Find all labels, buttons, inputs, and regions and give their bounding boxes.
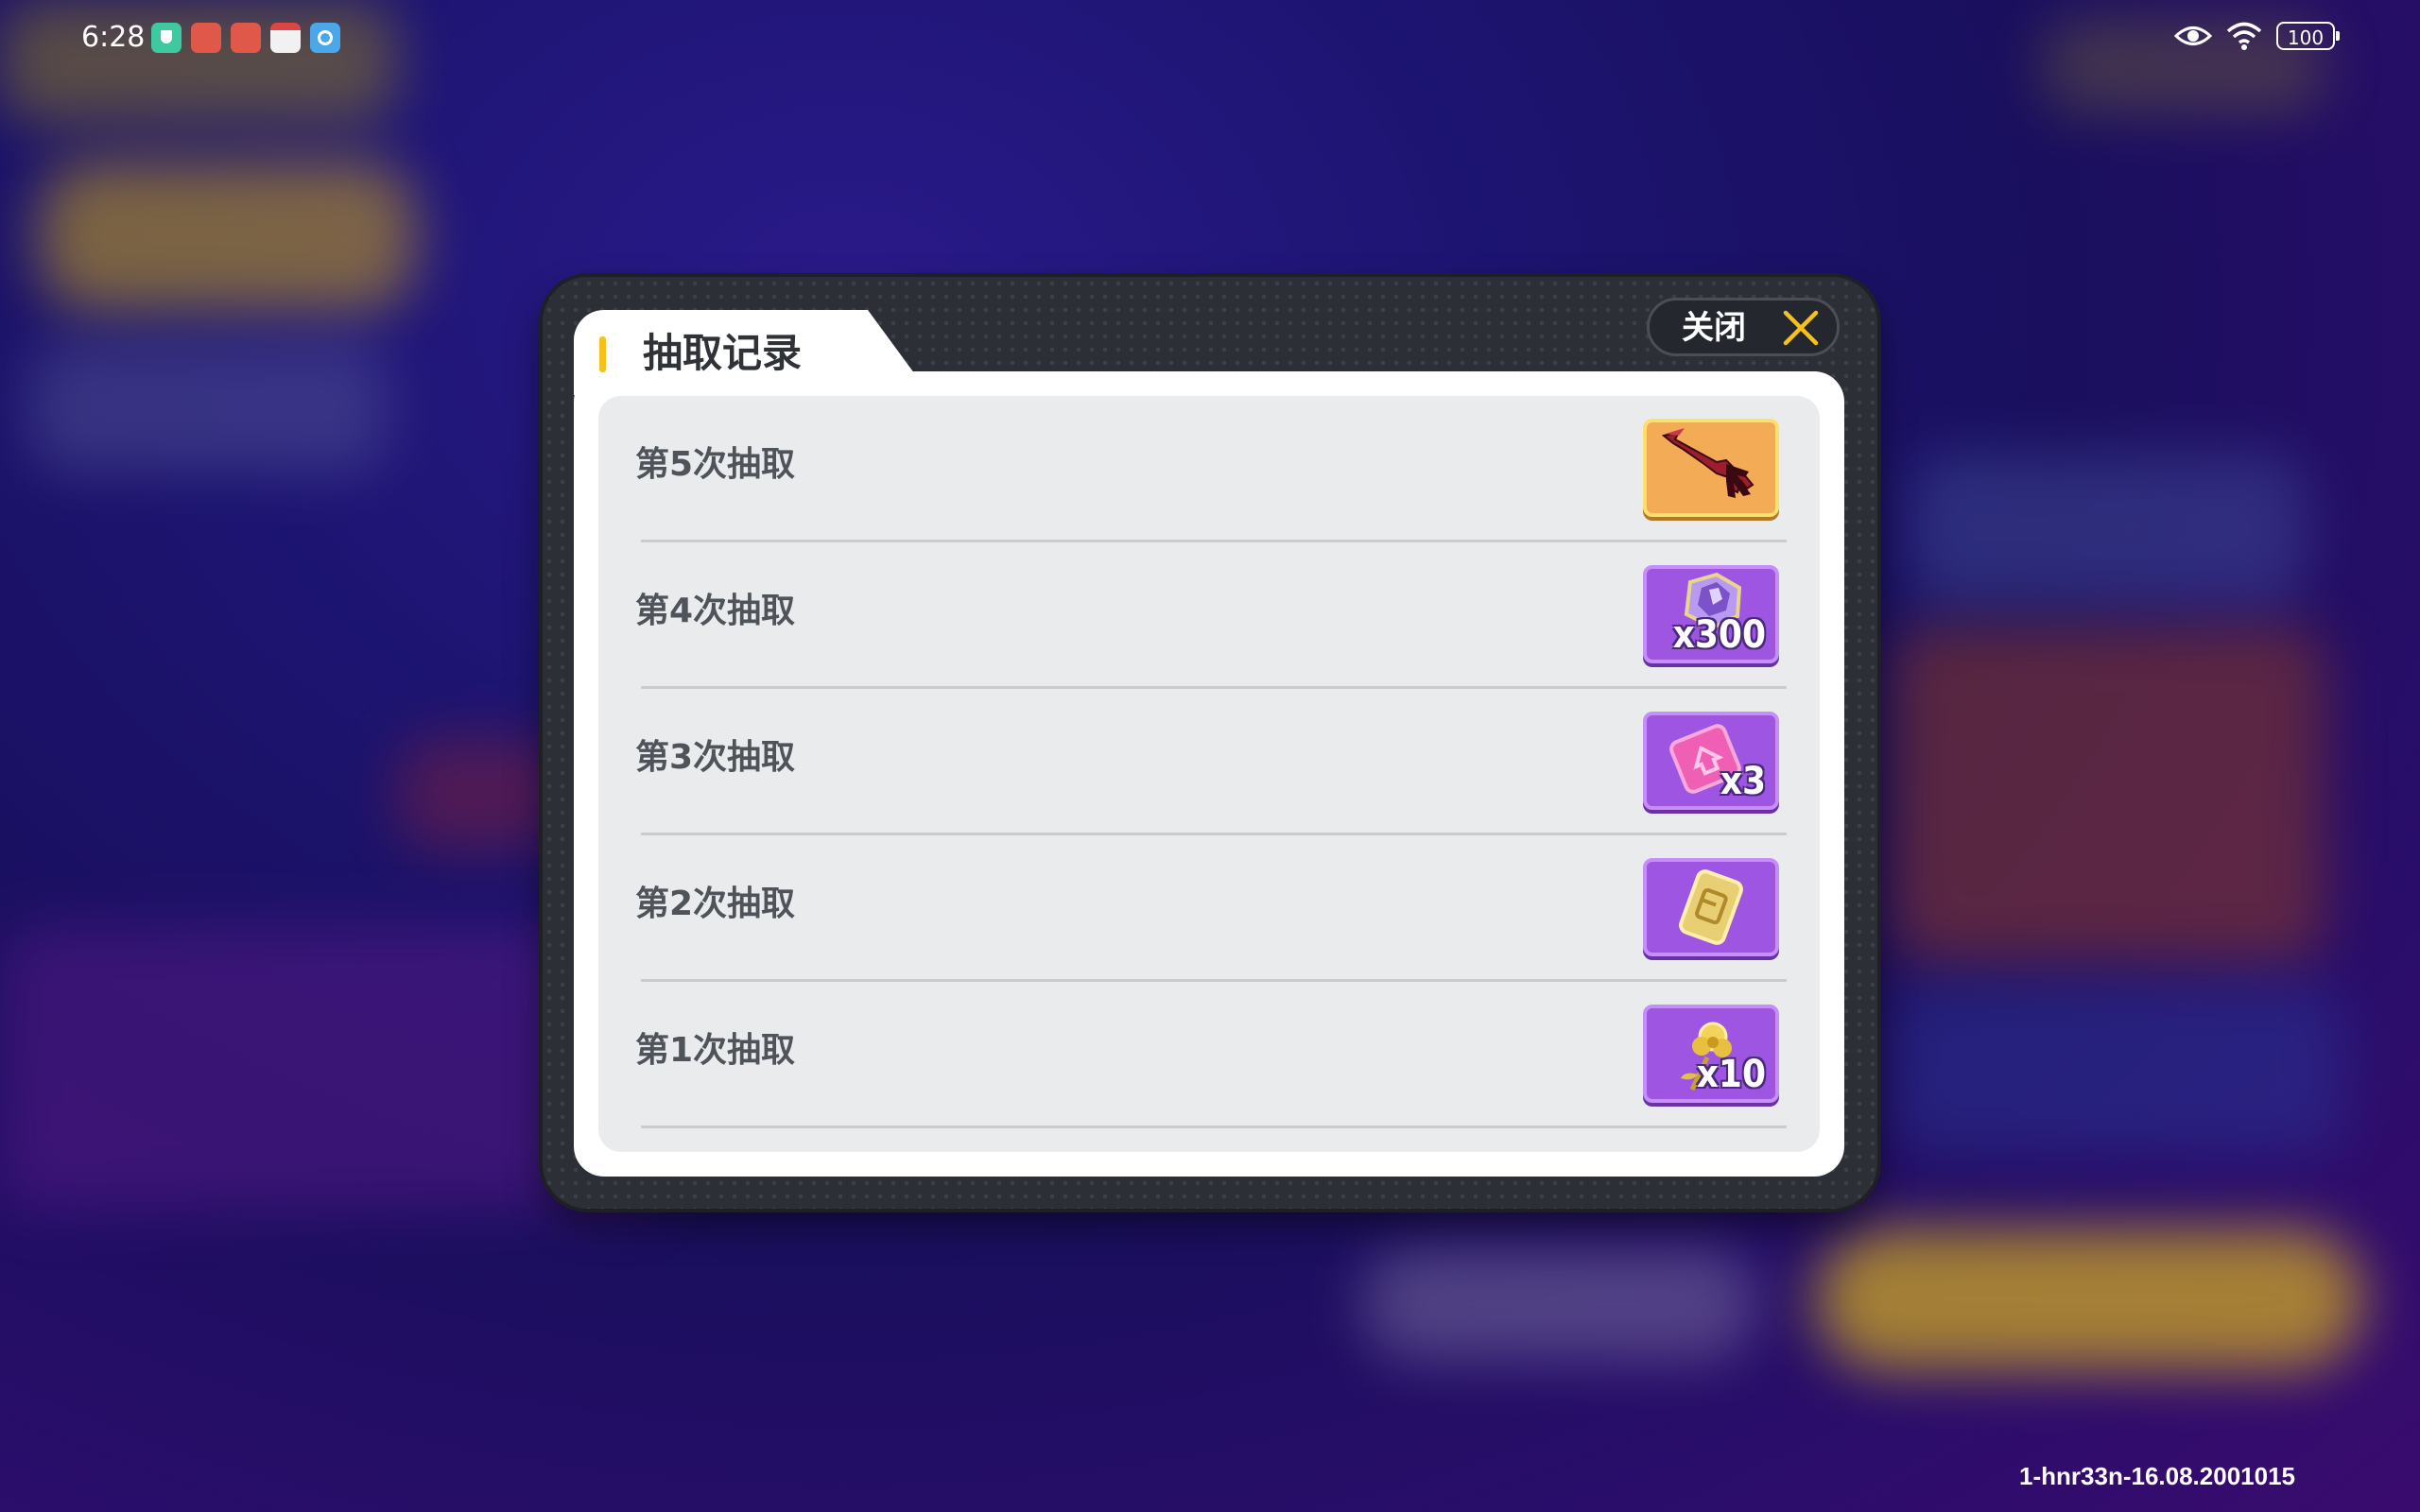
draw-record-dialog: 抽取记录 关闭 第5次抽取 第4次抽取 x300 第3次抽取 x3 第2次抽取 … (543, 277, 1877, 1209)
list-item: 第2次抽取 (598, 835, 1820, 982)
reward-count: x3 (1720, 760, 1766, 803)
notification-icons (151, 23, 340, 53)
row-divider (641, 1125, 1787, 1128)
dialog-title: 抽取记录 (643, 330, 803, 376)
compass-app-icon (310, 23, 340, 53)
record-label: 第1次抽取 (635, 1031, 796, 1070)
close-button-label: 关闭 (1682, 309, 1746, 347)
reward-item-tile[interactable]: x3 (1643, 712, 1779, 810)
gold-card-icon (1679, 869, 1743, 945)
reward-count: x10 (1696, 1053, 1766, 1096)
background-blur (28, 340, 388, 472)
list-item: 第1次抽取 x10 (598, 982, 1820, 1128)
background-blur (397, 737, 567, 850)
wifi-icon (2226, 22, 2262, 50)
draw-record-list[interactable]: 第5次抽取 第4次抽取 x300 第3次抽取 x3 第2次抽取 第1次抽取 x1… (598, 396, 1820, 1152)
background-blur (1891, 983, 2344, 1153)
reward-item-tile[interactable] (1643, 858, 1779, 956)
red-app-icon (231, 23, 261, 53)
list-item: 第3次抽取 x3 (598, 689, 1820, 835)
battery-icon: 100 (2276, 22, 2340, 50)
version-label: 1-hnr33n-16.08.2001015 (2019, 1462, 2295, 1490)
red-claw-weapon-icon (1661, 428, 1754, 498)
title-accent-bar (599, 336, 606, 372)
status-time: 6:28 (81, 21, 146, 54)
background-blur (1815, 1228, 2363, 1370)
list-item: 第5次抽取 (598, 396, 1820, 542)
red-app-icon (191, 23, 221, 53)
background-blur (1910, 454, 2307, 605)
reward-count: x300 (1672, 613, 1766, 657)
reward-item-tile[interactable]: x300 (1643, 565, 1779, 663)
dialog-tab-edge (826, 310, 930, 395)
background-blur (1361, 1247, 1758, 1361)
close-icon (1783, 310, 1819, 346)
status-indicators: 100 (2174, 21, 2340, 51)
list-item: 第4次抽取 x300 (598, 542, 1820, 689)
background-blur (1891, 624, 2325, 964)
reward-item-tile[interactable] (1643, 419, 1779, 517)
background-blur (0, 0, 397, 123)
eye-icon (2174, 26, 2212, 45)
record-label: 第3次抽取 (635, 738, 796, 777)
game-screen: 6:28 100 抽取记录 关闭 第5次抽取 第4次抽取 x300 第3次抽取 … (0, 0, 2420, 1512)
book-app-icon (270, 23, 301, 53)
background-blur (38, 161, 416, 312)
record-label: 第4次抽取 (635, 592, 796, 630)
reward-item-tile[interactable]: x10 (1643, 1005, 1779, 1103)
shield-app-icon (151, 23, 182, 53)
record-label: 第5次抽取 (635, 445, 796, 484)
record-label: 第2次抽取 (635, 885, 796, 923)
close-button[interactable]: 关闭 (1647, 298, 1840, 356)
